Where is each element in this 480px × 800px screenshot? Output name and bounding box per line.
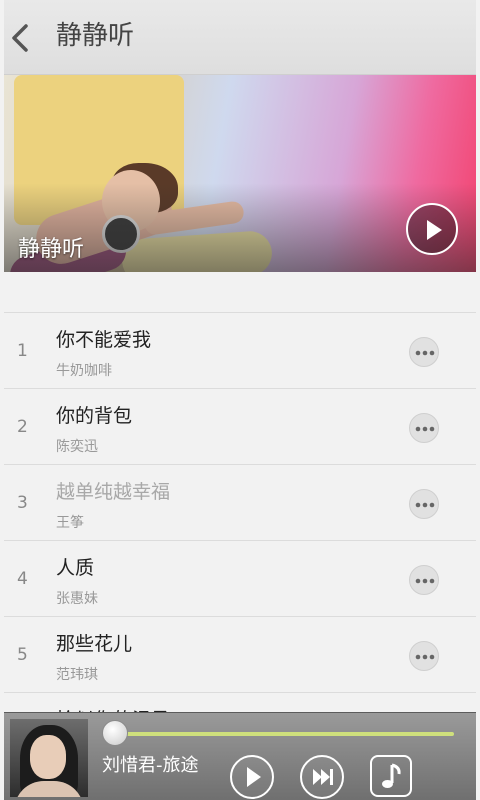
- song-artist: 范玮琪: [56, 667, 98, 683]
- song-more-button[interactable]: [409, 489, 439, 519]
- more-dots-icon: [415, 350, 435, 356]
- song-more-button[interactable]: [409, 641, 439, 671]
- banner-play-button[interactable]: [406, 203, 458, 255]
- playlist-banner[interactable]: 静静听: [4, 75, 476, 272]
- album-art[interactable]: [10, 719, 88, 797]
- header-bar: 静静听: [4, 0, 476, 75]
- banner-label: 静静听: [18, 237, 85, 262]
- now-playing-text: 刘惜君-旅途: [102, 755, 199, 776]
- skip-next-icon: [313, 769, 333, 785]
- more-dots-icon: [415, 502, 435, 508]
- song-index: 5: [17, 645, 28, 665]
- music-note-icon: [382, 763, 401, 788]
- song-row[interactable]: 1 你不能爱我 牛奶咖啡: [4, 313, 476, 389]
- next-button[interactable]: [300, 755, 344, 799]
- song-artist: 陈奕迅: [56, 439, 98, 455]
- progress-bar[interactable]: [114, 732, 454, 736]
- play-icon: [427, 220, 442, 240]
- song-index: 4: [17, 569, 28, 589]
- song-artist: 王筝: [56, 515, 84, 531]
- song-list: 1 你不能爱我 牛奶咖啡 2 你的背包 陈奕迅 3 越单纯越幸福 王筝 4 人质…: [4, 312, 476, 769]
- more-dots-icon: [415, 578, 435, 584]
- song-row[interactable]: 5 那些花儿 范玮琪: [4, 617, 476, 693]
- song-row[interactable]: 2 你的背包 陈奕迅: [4, 389, 476, 465]
- song-index: 2: [17, 417, 28, 437]
- song-title: 你的背包: [56, 405, 133, 427]
- play-button[interactable]: [230, 755, 274, 799]
- song-row[interactable]: 3 越单纯越幸福 王筝: [4, 465, 476, 541]
- song-row[interactable]: 4 人质 张惠妹: [4, 541, 476, 617]
- song-index: 3: [17, 493, 28, 513]
- more-dots-icon: [415, 426, 435, 432]
- song-index: 1: [17, 341, 28, 361]
- song-title: 你不能爱我: [56, 329, 152, 351]
- music-note-button[interactable]: [370, 755, 412, 797]
- play-icon: [247, 767, 261, 787]
- song-title: 人质: [56, 557, 95, 579]
- song-title: 越单纯越幸福: [56, 481, 171, 503]
- song-more-button[interactable]: [409, 337, 439, 367]
- song-artist: 张惠妹: [56, 591, 98, 607]
- back-button[interactable]: [4, 14, 44, 60]
- song-more-button[interactable]: [409, 413, 439, 443]
- mini-player: 刘惜君-旅途: [4, 712, 476, 800]
- song-more-button[interactable]: [409, 565, 439, 595]
- song-title: 那些花儿: [56, 633, 133, 655]
- chevron-left-icon: [12, 24, 28, 52]
- app-screen: 静静听 静静听 1 你不能爱我 牛奶咖啡 2 你的背包 陈奕迅 3 越单纯越幸福…: [4, 0, 476, 800]
- song-artist: 牛奶咖啡: [56, 363, 112, 379]
- page-title: 静静听: [56, 21, 135, 51]
- progress-thumb[interactable]: [102, 720, 128, 746]
- more-dots-icon: [415, 654, 435, 660]
